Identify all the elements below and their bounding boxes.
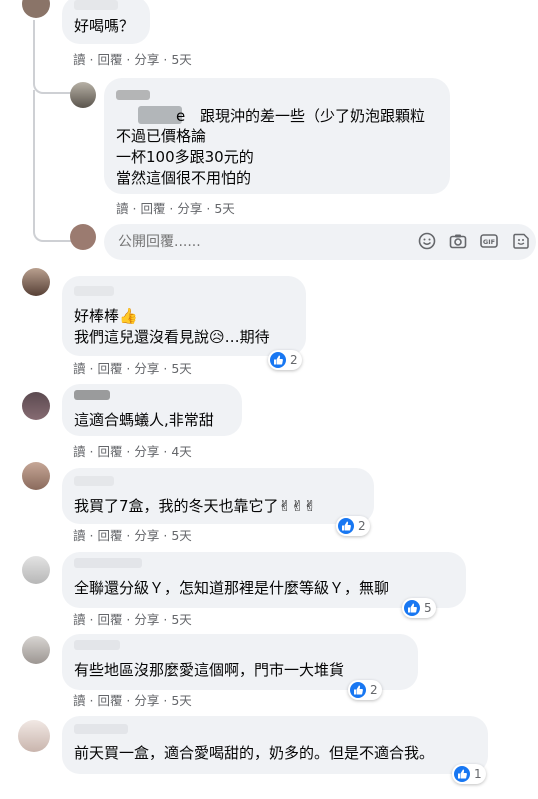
timestamp[interactable]: 4天: [171, 444, 191, 459]
reaction-count[interactable]: 2: [336, 516, 370, 536]
timestamp[interactable]: 5天: [171, 361, 191, 376]
share-link[interactable]: 分享: [134, 52, 159, 67]
avatar[interactable]: [22, 392, 50, 420]
comment-actions: 讀 · 回覆 · 分享 · 5天: [73, 528, 192, 543]
emoji-icon[interactable]: [418, 232, 436, 250]
reaction-count[interactable]: 1: [452, 764, 486, 784]
thread-line: [33, 90, 73, 242]
read-link[interactable]: 讀: [73, 361, 86, 376]
comment-bubble: 這適合螞蟻人,非常甜: [62, 384, 242, 436]
commenter-name-redacted: [116, 90, 150, 100]
timestamp[interactable]: 5天: [214, 201, 234, 216]
reply-link[interactable]: 回覆: [97, 612, 122, 627]
sticker-icon[interactable]: [512, 232, 530, 250]
share-link[interactable]: 分享: [134, 528, 159, 543]
comment-text: 好喝嗎？: [74, 17, 135, 35]
reaction-number: 1: [474, 767, 482, 781]
like-icon: [270, 352, 286, 368]
comment-text: 全聯還分級Ｙ，怎知道那裡是什麼等級Ｙ，無聊: [74, 579, 390, 597]
like-icon: [454, 766, 470, 782]
commenter-name-redacted: [74, 476, 114, 486]
share-link[interactable]: 分享: [134, 361, 159, 376]
comment-actions: 讀 · 回覆 · 分享 · 4天: [73, 444, 192, 459]
share-link[interactable]: 分享: [177, 201, 202, 216]
comment-actions: 讀 · 回覆 · 分享 · 5天: [73, 693, 192, 708]
reply-link[interactable]: 回覆: [97, 52, 122, 67]
avatar[interactable]: [22, 268, 50, 296]
timestamp[interactable]: 5天: [171, 693, 191, 708]
commenter-name-fragment: e: [176, 107, 186, 125]
reaction-number: 2: [358, 519, 366, 533]
reaction-number: 2: [370, 683, 378, 697]
comment-bubble: 好喝嗎？: [62, 0, 150, 44]
reply-box: GIF: [104, 224, 536, 260]
comment-actions: 讀 · 回覆 · 分享 · 5天: [116, 201, 235, 216]
comment-actions: 讀 · 回覆 · 分享 · 5天: [73, 612, 192, 627]
comment-text: 前天買一盒，適合愛喝甜的，奶多的。但是不適合我。: [74, 744, 435, 762]
reaction-count[interactable]: 5: [402, 598, 436, 618]
share-link[interactable]: 分享: [134, 612, 159, 627]
comment-text: 我買了7盒，我的冬天也靠它了✌✌✌: [74, 497, 317, 515]
share-link[interactable]: 分享: [134, 444, 159, 459]
comment-text: 我們這兒還沒看見說😥…期待: [74, 328, 270, 346]
avatar[interactable]: [22, 462, 50, 490]
comment-text: 有些地區沒那麼愛這個啊，門市一大堆貨: [74, 661, 345, 679]
comment-bubble: 前天買一盒，適合愛喝甜的，奶多的。但是不適合我。: [62, 716, 488, 774]
comment-actions: 讀 · 回覆 · 分享 · 5天: [73, 361, 192, 376]
read-link[interactable]: 讀: [73, 444, 86, 459]
comment-bubble: 我買了7盒，我的冬天也靠它了✌✌✌: [62, 468, 374, 524]
svg-text:GIF: GIF: [483, 238, 495, 246]
camera-icon[interactable]: [449, 232, 467, 250]
reply-input[interactable]: [116, 224, 400, 260]
share-link[interactable]: 分享: [134, 693, 159, 708]
read-link[interactable]: 讀: [73, 52, 86, 67]
reply-link[interactable]: 回覆: [97, 693, 122, 708]
commenter-name-redacted: [74, 390, 110, 400]
reaction-number: 2: [290, 353, 298, 367]
reaction-count[interactable]: 2: [348, 680, 382, 700]
read-link[interactable]: 讀: [73, 693, 86, 708]
like-icon: [404, 600, 420, 616]
comment-text: 當然這個很不用怕的: [116, 169, 252, 187]
avatar[interactable]: [22, 636, 50, 664]
commenter-name-redacted: [74, 558, 142, 568]
commenter-name-redacted: [74, 286, 114, 296]
comment-actions: 讀 · 回覆 · 分享 · 5天: [73, 52, 192, 67]
commenter-name-redacted: [74, 724, 128, 734]
comment-text: 這適合螞蟻人,非常甜: [74, 411, 214, 429]
avatar[interactable]: [70, 82, 96, 108]
reaction-number: 5: [424, 601, 432, 615]
like-icon: [350, 682, 366, 698]
commenter-name-redacted: [74, 640, 120, 650]
avatar[interactable]: [18, 720, 50, 752]
commenter-name-redacted: [74, 0, 118, 10]
avatar[interactable]: [22, 0, 50, 18]
comment-text: 一杯100多跟30元的: [116, 148, 254, 166]
avatar[interactable]: [22, 556, 50, 584]
reaction-count[interactable]: 2: [268, 350, 302, 370]
reply-link[interactable]: 回覆: [97, 444, 122, 459]
comment-text: 不過已價格論: [116, 127, 207, 145]
read-link[interactable]: 讀: [73, 528, 86, 543]
current-user-avatar: [70, 224, 96, 250]
read-link[interactable]: 讀: [116, 201, 129, 216]
comment-bubble: 好棒棒👍 我們這兒還沒看見說😥…期待: [62, 276, 306, 356]
comment-text: 跟現沖的差一些（少了奶泡跟顆粒: [200, 107, 426, 125]
comment-bubble: e 跟現沖的差一些（少了奶泡跟顆粒 不過已價格論 一杯100多跟30元的 當然這…: [104, 78, 450, 194]
timestamp[interactable]: 5天: [171, 52, 191, 67]
comment-text: 好棒棒👍: [74, 307, 138, 325]
reply-link[interactable]: 回覆: [97, 361, 122, 376]
reply-link[interactable]: 回覆: [140, 201, 165, 216]
reply-link[interactable]: 回覆: [97, 528, 122, 543]
read-link[interactable]: 讀: [73, 612, 86, 627]
like-icon: [338, 518, 354, 534]
gif-icon[interactable]: GIF: [480, 232, 498, 250]
timestamp[interactable]: 5天: [171, 612, 191, 627]
timestamp[interactable]: 5天: [171, 528, 191, 543]
